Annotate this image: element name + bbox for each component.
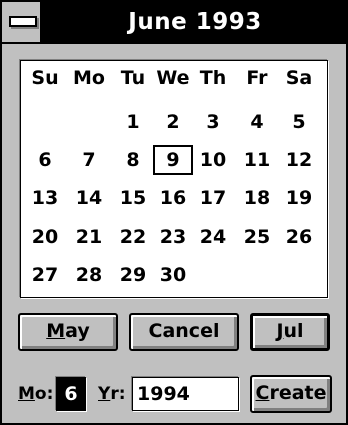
weekday-header: Su	[31, 67, 59, 89]
year-label: Yr:	[98, 384, 126, 404]
create-button[interactable]: Create	[250, 375, 332, 413]
weekday-header: Mo	[73, 67, 105, 89]
day-cell[interactable]: 30	[153, 260, 193, 290]
day-cell[interactable]: 11	[237, 145, 277, 175]
weekday-header: Sa	[285, 67, 313, 89]
day-cell[interactable]: 7	[69, 145, 109, 175]
day-cell[interactable]: 5	[279, 107, 319, 137]
day-cell[interactable]: 16	[153, 183, 193, 213]
previous-month-label-key: M	[46, 320, 66, 342]
day-cell[interactable]: 15	[113, 183, 153, 213]
title-bar: June 1993	[2, 2, 346, 44]
day-cell[interactable]: 3	[193, 107, 233, 137]
next-month-label-key: J	[276, 320, 284, 342]
day-cell[interactable]: 19	[279, 183, 319, 213]
weekday-header: Th	[199, 67, 227, 89]
day-cell[interactable]: 14	[69, 183, 109, 213]
day-cell[interactable]: 12	[279, 145, 319, 175]
system-menu-button[interactable]	[2, 2, 42, 42]
day-cell-selected[interactable]: 9	[153, 145, 193, 175]
day-cell[interactable]: 8	[113, 145, 153, 175]
calendar-dialog: June 1993 Su Mo Tu We Th Fr Sa 1 2 3 4 5 6 7 8 9 10 11 12 1…	[0, 0, 348, 425]
day-cell[interactable]: 18	[237, 183, 277, 213]
create-label-key: C	[255, 382, 270, 404]
year-label-rest: r:	[110, 384, 126, 404]
weekday-header: Fr	[246, 67, 268, 89]
year-input[interactable]: 1994	[132, 377, 239, 411]
day-cell[interactable]: 13	[25, 183, 65, 213]
cancel-label: Cancel	[148, 320, 220, 342]
day-cell[interactable]: 20	[25, 222, 65, 252]
day-cell[interactable]: 17	[193, 183, 233, 213]
year-label-key: Y	[98, 384, 111, 404]
day-cell[interactable]: 1	[113, 107, 153, 137]
month-label: Mo:	[18, 384, 53, 404]
day-cell[interactable]: 25	[237, 222, 277, 252]
weekday-header: Tu	[120, 67, 146, 89]
day-cell[interactable]: 21	[69, 222, 109, 252]
system-menu-icon	[9, 16, 37, 27]
day-cell[interactable]: 28	[69, 260, 109, 290]
cancel-button[interactable]: Cancel	[129, 313, 239, 351]
day-cell[interactable]: 4	[237, 107, 277, 137]
window-title: June 1993	[128, 9, 262, 35]
previous-month-label-rest: ay	[65, 320, 90, 342]
next-month-button[interactable]: Jul	[250, 313, 330, 351]
day-cell[interactable]: 6	[25, 145, 65, 175]
day-cell[interactable]: 23	[153, 222, 193, 252]
day-cell[interactable]: 27	[25, 260, 65, 290]
day-cell[interactable]: 2	[153, 107, 193, 137]
month-label-key: M	[18, 384, 35, 404]
day-cell[interactable]: 26	[279, 222, 319, 252]
calendar-grid: Su Mo Tu We Th Fr Sa 1 2 3 4 5 6 7 8 9 10 11 12 13 14 15 16 17 1…	[20, 60, 328, 298]
day-cell[interactable]: 22	[113, 222, 153, 252]
day-cell[interactable]: 10	[193, 145, 233, 175]
day-cell[interactable]: 24	[193, 222, 233, 252]
previous-month-button[interactable]: May	[18, 313, 118, 351]
month-label-rest: o:	[34, 384, 54, 404]
month-input[interactable]: 6	[56, 377, 86, 411]
next-month-label-rest: ul	[283, 320, 304, 342]
create-label-rest: reate	[269, 382, 327, 404]
day-cell[interactable]: 29	[113, 260, 153, 290]
weekday-header: We	[156, 67, 190, 89]
